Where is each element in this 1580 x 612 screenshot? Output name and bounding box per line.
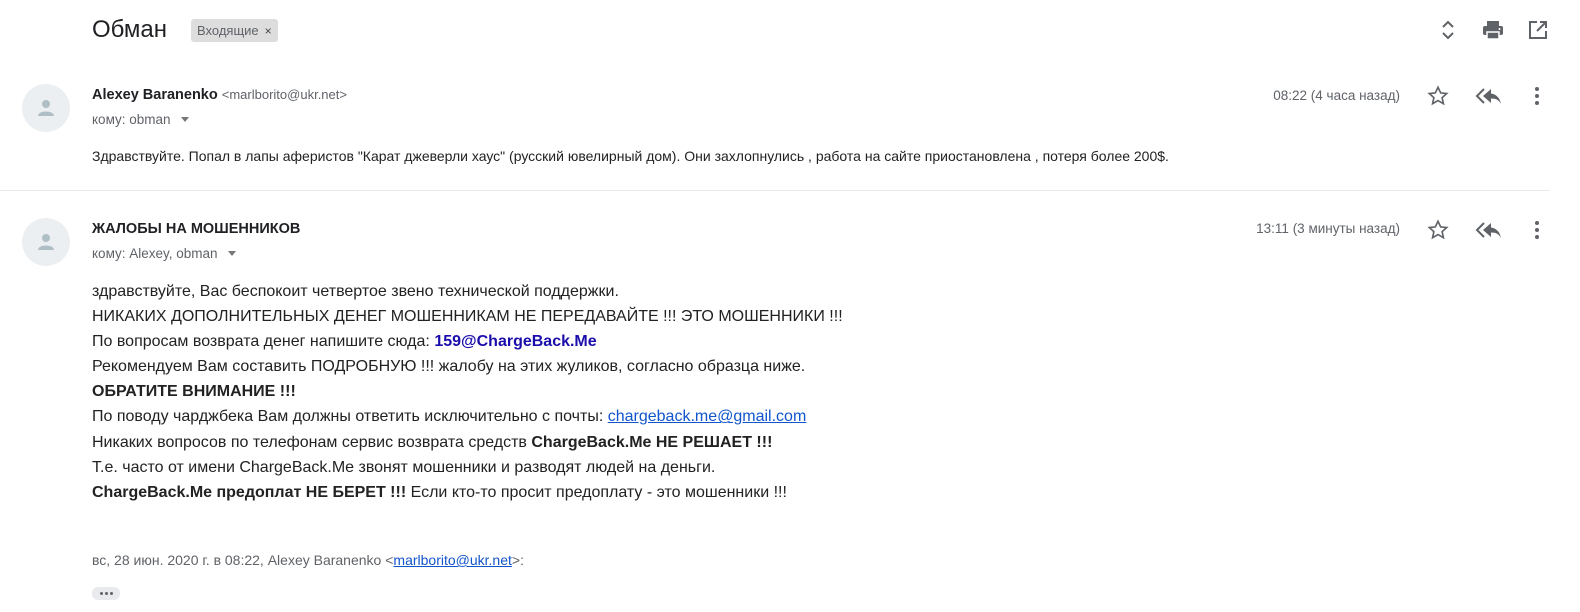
message-sender[interactable]: Alexey Baranenko <marlborito@ukr.net>: [92, 87, 347, 103]
message-time: 13:11 (3 минуты назад): [1256, 221, 1400, 236]
show-trimmed-content-button[interactable]: [92, 587, 120, 600]
body-text: Если кто-то просит предоплату - это моше…: [406, 483, 787, 501]
label-remove-icon[interactable]: ×: [265, 24, 272, 38]
body-text: По поводу чарджбека Вам должны ответить …: [92, 408, 608, 426]
show-details-caret-icon[interactable]: [180, 117, 189, 122]
body-line: ChargeBack.Me предоплат НЕ БЕРЕТ !!! Есл…: [92, 480, 843, 505]
body-line: По поводу чарджбека Вам должны ответить …: [92, 404, 843, 429]
message-sender[interactable]: ЖАЛОБЫ НА МОШЕННИКОВ: [92, 221, 300, 237]
message-time: 08:22 (4 часа назад): [1273, 88, 1400, 103]
sender-name: Alexey Baranenko: [92, 87, 218, 103]
body-line: По вопросам возврата денег напишите сюда…: [92, 329, 843, 354]
show-details-caret-icon[interactable]: [227, 251, 236, 256]
sender-name: ЖАЛОБЫ НА МОШЕННИКОВ: [92, 221, 301, 237]
recipients-text: кому: Alexey, obman: [92, 246, 218, 261]
more-options-icon[interactable]: [1523, 216, 1551, 244]
label-chip-text: Входящие: [197, 23, 259, 38]
sender-email: <marlborito@ukr.net>: [221, 87, 347, 102]
star-icon[interactable]: [1424, 216, 1452, 244]
label-chip-inbox[interactable]: Входящие ×: [191, 19, 278, 42]
open-new-window-icon[interactable]: [1526, 18, 1550, 42]
body-text: По вопросам возврата денег напишите сюда…: [92, 333, 435, 351]
quoted-header-prefix: вс, 28 июн. 2020 г. в 08:22, Alexey Bara…: [92, 552, 394, 568]
message-body: здравствуйте, Вас беспокоит четвертое зв…: [92, 279, 843, 505]
body-bold-text: ChargeBack.Me предоплат НЕ БЕРЕТ !!!: [92, 483, 407, 501]
recipients-line: кому: Alexey, obman: [92, 246, 236, 261]
recipients-line: кому: obman: [92, 112, 189, 127]
body-line: НИКАКИХ ДОПОЛНИТЕЛЬНЫХ ДЕНЕГ МОШЕННИКАМ …: [92, 308, 843, 326]
body-text: Никаких вопросов по телефонам сервис воз…: [92, 433, 532, 451]
body-line: ОБРАТИТЕ ВНИМАНИЕ !!!: [92, 383, 296, 401]
star-icon[interactable]: [1424, 82, 1452, 110]
body-line: здравствуйте, Вас беспокоит четвертое зв…: [92, 283, 619, 300]
more-options-icon[interactable]: [1523, 82, 1551, 110]
quoted-header-suffix: >:: [511, 552, 524, 568]
chargeback-email-link[interactable]: chargeback.me@gmail.com: [608, 408, 807, 425]
reply-all-icon[interactable]: [1474, 216, 1502, 244]
message-divider: [0, 190, 1550, 191]
avatar: [22, 218, 70, 266]
expand-collapse-icon[interactable]: [1436, 18, 1460, 42]
quoted-sender-email-link[interactable]: marlborito@ukr.net: [393, 552, 511, 568]
person-icon: [38, 234, 54, 250]
body-bold-text: ChargeBack.Me НЕ РЕШАЕТ !!!: [531, 433, 773, 451]
support-email-text: 159@ChargeBack.Me: [434, 333, 597, 351]
avatar: [22, 84, 70, 132]
body-line: Никаких вопросов по телефонам сервис воз…: [92, 430, 843, 455]
message-snippet[interactable]: Здравствуйте. Попал в лапы аферистов "Ка…: [92, 148, 1169, 164]
body-line: Т.е. часто от имени ChargeBack.Me звонят…: [92, 458, 716, 476]
quoted-header: вс, 28 июн. 2020 г. в 08:22, Alexey Bara…: [92, 552, 524, 568]
person-icon: [38, 100, 54, 116]
reply-all-icon[interactable]: [1474, 82, 1502, 110]
recipients-text: кому: obman: [92, 112, 171, 127]
thread-subject: Обман: [92, 16, 167, 43]
body-line: Рекомендуем Вам составить ПОДРОБНУЮ !!! …: [92, 358, 806, 376]
print-icon[interactable]: [1481, 18, 1505, 42]
